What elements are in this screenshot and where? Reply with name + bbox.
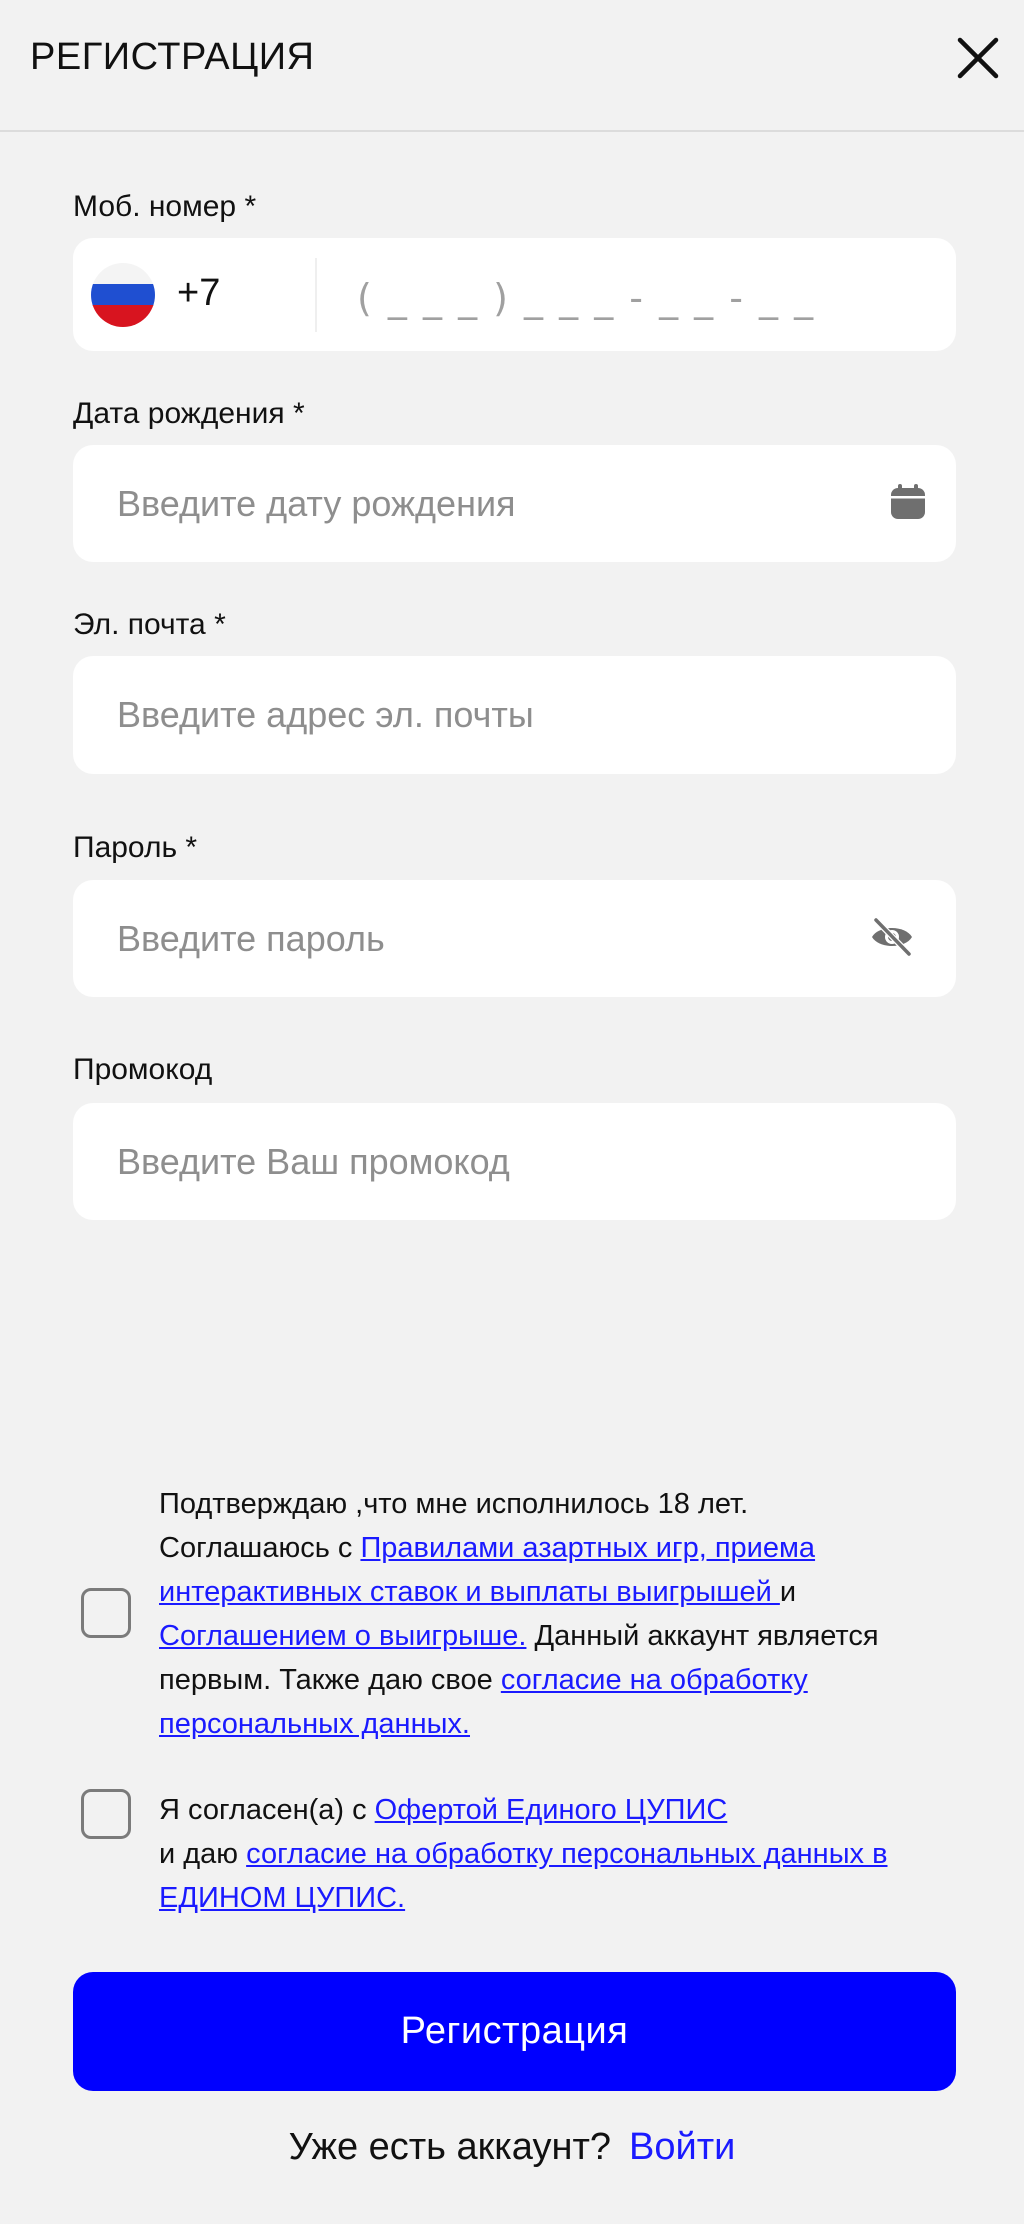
register-button[interactable]: Регистрация xyxy=(73,1972,956,2091)
winnings-agreement-link[interactable]: Соглашением о выигрыше. xyxy=(159,1620,526,1652)
calendar-icon[interactable] xyxy=(889,483,927,521)
russia-flag-icon[interactable] xyxy=(91,263,155,327)
header: РЕГИСТРАЦИЯ xyxy=(0,0,1024,132)
login-prompt: Уже есть аккаунт? Войти xyxy=(0,2126,1024,2169)
page-title: РЕГИСТРАЦИЯ xyxy=(30,36,315,78)
login-link[interactable]: Войти xyxy=(629,2126,735,2168)
close-icon xyxy=(957,37,999,79)
phone-input[interactable] xyxy=(343,238,933,351)
phone-label: Моб. номер * xyxy=(73,190,257,223)
birthdate-input[interactable] xyxy=(117,445,877,562)
cupis-agreement-text: Я согласен(а) с Офертой Единого ЦУПИС и … xyxy=(159,1788,919,1920)
cupis-offer-link[interactable]: Офертой Единого ЦУПИС xyxy=(375,1794,728,1826)
close-button[interactable] xyxy=(950,30,1006,86)
password-field[interactable] xyxy=(73,880,956,997)
age-confirm-text: Подтверждаю ,что мне исполнилось 18 лет. xyxy=(159,1488,749,1520)
cupis-agreement-checkbox[interactable] xyxy=(81,1789,131,1839)
phone-field[interactable]: +7 ( _ _ _ ) _ _ _ - _ _ - _ _ xyxy=(73,238,956,351)
age-agreement-checkbox[interactable] xyxy=(81,1588,131,1638)
password-label: Пароль * xyxy=(73,831,198,864)
promo-label: Промокод xyxy=(73,1053,213,1086)
birthdate-label: Дата рождения * xyxy=(73,397,305,430)
email-field[interactable] xyxy=(73,656,956,774)
eye-off-icon[interactable] xyxy=(869,916,915,958)
age-agreement-text: Подтверждаю ,что мне исполнилось 18 лет.… xyxy=(159,1482,919,1746)
cupis-personal-data-link[interactable]: согласие на обработку персональных данны… xyxy=(159,1838,888,1914)
promo-field[interactable] xyxy=(73,1103,956,1220)
and-text: и xyxy=(779,1576,797,1608)
email-label: Эл. почта * xyxy=(73,608,226,641)
cupis-prefix-text: Я согласен(а) с xyxy=(159,1794,375,1826)
promo-input[interactable] xyxy=(117,1103,877,1220)
email-input[interactable] xyxy=(117,656,877,774)
have-account-text: Уже есть аккаунт? xyxy=(288,2126,611,2168)
birthdate-field[interactable] xyxy=(73,445,956,562)
agree-prefix-text: Соглашаюсь с xyxy=(159,1532,361,1564)
country-code[interactable]: +7 xyxy=(177,272,220,315)
phone-divider xyxy=(315,258,317,332)
cupis-consent-prefix: и даю xyxy=(159,1838,247,1870)
password-input[interactable] xyxy=(117,880,877,997)
